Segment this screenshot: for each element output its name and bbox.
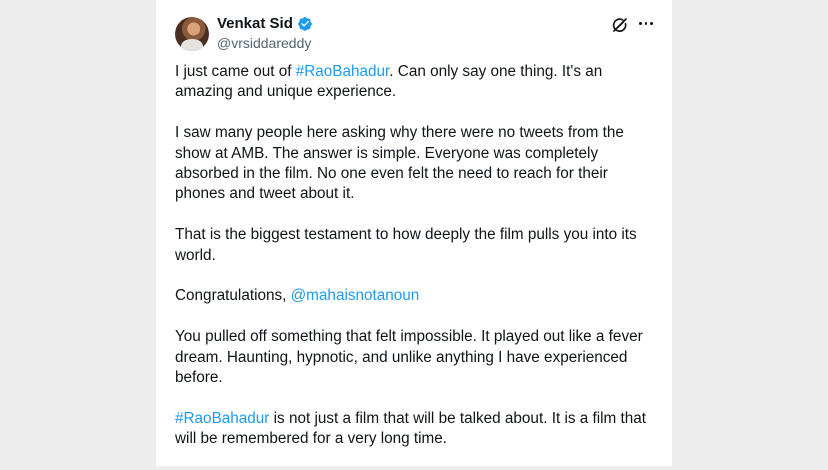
tweet-text: I just came out of #RaoBahadur. Can only… xyxy=(175,62,661,470)
tweet-card: Venkat Sid @vrsiddareddy I just came out… xyxy=(156,0,672,466)
tweet-paragraph-1: I just came out of #RaoBahadur. Can only… xyxy=(175,63,603,101)
tweet-paragraph-6: #RaoBahadur is not just a film that will… xyxy=(175,409,647,448)
more-options-icon[interactable] xyxy=(639,22,654,27)
tweet-paragraph-4: Congratulations, @mahaisnotanoun xyxy=(175,287,420,305)
mention-link[interactable]: @mahaisnotanoun xyxy=(291,287,420,304)
hashtag-link[interactable]: #RaoBahadur xyxy=(296,63,390,80)
avatar[interactable] xyxy=(175,17,209,51)
tweet-paragraph-2: I saw many people here asking why there … xyxy=(175,124,624,203)
author-row: Venkat Sid xyxy=(217,15,313,32)
tweet-paragraph-5: You pulled off something that felt impos… xyxy=(175,328,643,387)
author-name[interactable]: Venkat Sid xyxy=(217,15,293,32)
grok-icon[interactable] xyxy=(611,16,629,34)
tweet-paragraph-3: That is the biggest testament to how dee… xyxy=(175,226,637,264)
verified-badge-icon xyxy=(298,16,312,31)
author-handle[interactable]: @vrsiddareddy xyxy=(217,35,311,51)
hashtag-link[interactable]: #RaoBahadur xyxy=(175,410,269,427)
